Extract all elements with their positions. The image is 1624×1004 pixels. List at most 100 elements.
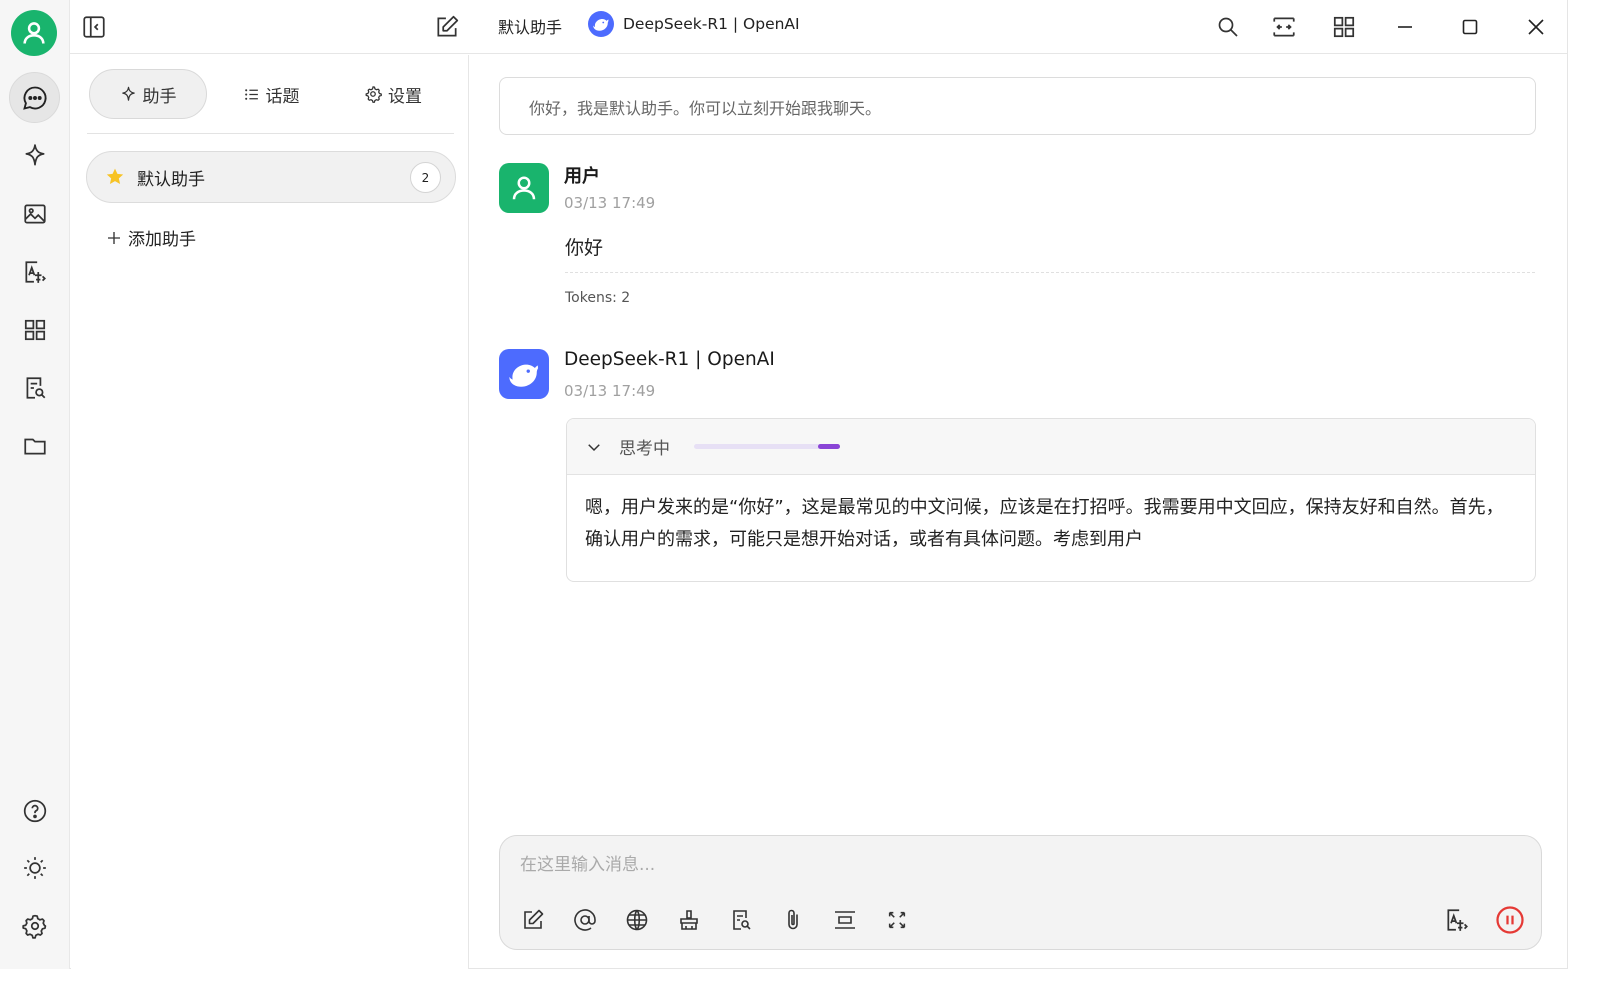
image-icon [23,203,46,224]
model-selector[interactable]: DeepSeek-R1 | OpenAI [588,11,800,37]
mention-model-button[interactable] [568,903,602,937]
message-composer [499,835,1542,950]
minimize-button[interactable] [1388,10,1422,44]
knowledge-base-button[interactable] [724,903,758,937]
context-divider-icon [835,911,855,929]
clear-context-button[interactable] [672,903,706,937]
chat-bubble-icon [22,86,46,110]
chat-area: 你好，我是默认助手。你可以立刻开始跟我聊天。 用户 03/13 17:49 你好… [470,55,1567,968]
rail-agents-button[interactable] [9,130,60,181]
rail-translate-button[interactable] [9,246,60,297]
model-message-time: 03/13 17:49 [564,382,656,400]
maximize-icon [1462,19,1478,35]
expand-composer-button[interactable] [880,903,914,937]
thinking-panel: 思考中 嗯，用户发来的是“你好”，这是最常见的中文问候，应该是在打招呼。我需要用… [566,418,1536,582]
model-message-avatar [499,349,549,399]
broom-icon [680,910,698,930]
maximize-button[interactable] [1453,10,1487,44]
globe-icon [626,909,648,931]
apps-grid-icon [24,319,45,340]
rail-chat-button[interactable] [9,72,60,123]
close-icon [1528,19,1544,35]
expand-horizontal-icon [1273,17,1295,37]
user-icon [23,22,45,44]
layout-button[interactable] [1267,10,1301,44]
translate-icon [24,260,46,283]
attach-file-button[interactable] [776,903,810,937]
new-context-button[interactable] [828,903,862,937]
deepseek-logo-icon [509,364,539,387]
user-message-avatar [499,163,549,213]
document-search-icon [733,910,751,930]
assistant-name: 默认助手 [137,169,205,190]
rail-help-button[interactable] [9,785,60,836]
user-message-text: 你好 [565,237,604,259]
toggle-sidebar-button[interactable] [77,10,111,44]
assistant-panel: 助手 话题 设置 默认助手 2 添加助手 [71,55,469,969]
thinking-toggle[interactable]: 思考中 [567,419,1535,475]
thinking-label: 思考中 [619,439,670,459]
star-icon [106,168,124,184]
close-button[interactable] [1519,10,1553,44]
new-chat-button[interactable] [430,10,464,44]
rail-settings-button[interactable] [9,900,60,951]
thinking-progress-bar [694,444,840,449]
model-message-name: DeepSeek-R1 | OpenAI [564,349,775,370]
tab-assistants[interactable]: 助手 [89,69,207,119]
web-search-button[interactable] [620,903,654,937]
app-window: 默认助手 DeepSeek-R1 | OpenAI 助手 话题 设置 默认助手 … [0,0,1568,969]
user-message-name: 用户 [564,166,600,187]
rail-knowledge-button[interactable] [9,362,60,413]
apps-grid-icon [1333,16,1355,38]
panel-tabs: 助手 话题 设置 [87,69,454,134]
thinking-text: 嗯，用户发来的是“你好”，这是最常见的中文问候，应该是在打招呼。我需要用中文回应… [585,497,1504,550]
expand-icon [888,911,906,929]
rail-apps-button[interactable] [9,304,60,355]
minimize-icon [1398,26,1412,28]
translate-icon [1447,909,1468,931]
pause-circle-icon [1496,906,1524,934]
assistant-item-default[interactable]: 默认助手 2 [86,151,456,203]
token-count: Tokens: 2 [565,290,631,306]
list-icon [244,88,258,100]
new-topic-button[interactable] [516,903,550,937]
stop-generation-button[interactable] [1493,903,1527,937]
topic-count-badge: 2 [410,162,441,193]
deepseek-logo-icon [588,11,614,37]
search-icon [1218,17,1238,37]
help-icon [23,799,46,822]
miniapps-button[interactable] [1327,10,1361,44]
paperclip-icon [788,909,798,930]
plus-icon [108,231,120,244]
rail-paint-button[interactable] [9,188,60,239]
chevron-down-icon [588,443,600,451]
thinking-progress-fill [818,444,840,449]
add-assistant-label: 添加助手 [128,230,196,250]
add-assistant-button[interactable]: 添加助手 [105,225,196,250]
rail-theme-button[interactable] [9,842,60,893]
gear-icon [365,86,382,103]
edit-icon [524,909,544,929]
message-input[interactable] [520,850,1520,880]
user-message-time: 03/13 17:49 [564,194,656,212]
folder-icon [23,438,46,454]
at-icon [574,909,596,931]
tab-topics[interactable]: 话题 [211,69,331,119]
sidebar-collapse-icon [83,16,105,38]
tab-label: 话题 [265,86,300,107]
edit-icon [437,15,459,37]
search-button[interactable] [1211,10,1245,44]
message-divider [565,272,1535,273]
tab-label: 设置 [388,86,422,107]
user-icon [512,176,536,200]
top-bar: 默认助手 DeepSeek-R1 | OpenAI [70,0,1567,54]
rail-files-button[interactable] [9,420,60,471]
sparkle-icon [121,86,135,101]
gear-icon [21,914,46,939]
tab-settings[interactable]: 设置 [333,69,453,119]
sparkle-icon [24,143,45,166]
sun-icon [23,856,46,879]
assistant-prompt: 你好，我是默认助手。你可以立刻开始跟我聊天。 [499,77,1536,135]
translate-button[interactable] [1440,903,1474,937]
user-avatar[interactable] [11,10,57,56]
